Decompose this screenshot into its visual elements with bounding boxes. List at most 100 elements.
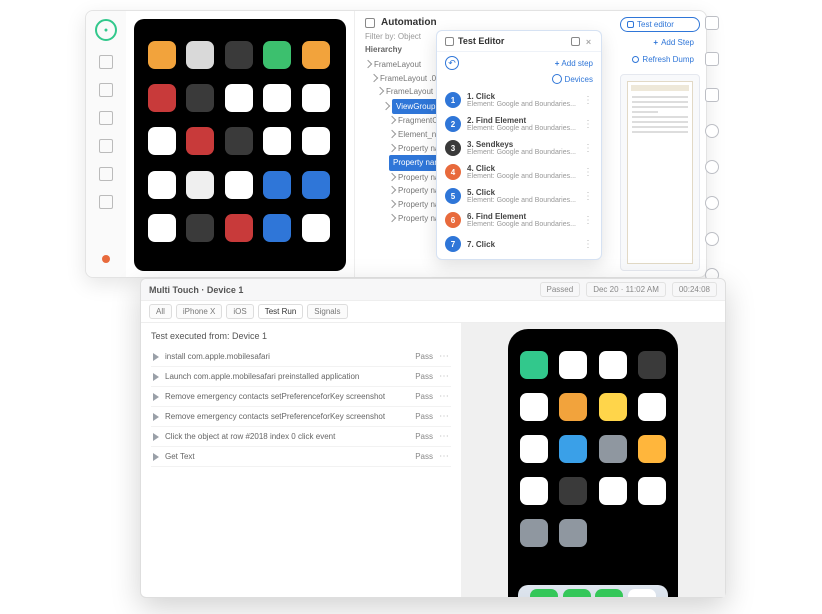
dock-app-icon[interactable] <box>530 589 558 597</box>
tool-icon[interactable] <box>705 160 719 174</box>
app-icon[interactable] <box>302 214 330 242</box>
app-icon[interactable] <box>302 127 330 155</box>
tab-ios[interactable]: iOS <box>226 304 253 319</box>
test-step-row[interactable]: install com.apple.mobilesafariPass⋯ <box>151 347 451 367</box>
dump-thumbnail[interactable] <box>620 74 700 271</box>
app-icon[interactable] <box>148 127 176 155</box>
ios-app-icon[interactable] <box>559 435 587 463</box>
test-step-row[interactable]: Launch com.apple.mobilesafari preinstall… <box>151 367 451 387</box>
step-row[interactable]: 11. ClickElement: Google and Boundaries.… <box>441 88 597 112</box>
app-icon[interactable] <box>302 41 330 69</box>
test-step-row[interactable]: Remove emergency contacts setPreferencef… <box>151 387 451 407</box>
step-row[interactable]: 77. Click⋮ <box>441 232 597 256</box>
close-icon[interactable]: × <box>584 37 593 46</box>
ios-app-icon[interactable] <box>559 477 587 505</box>
brand-logo[interactable]: ● <box>95 19 117 41</box>
tool-icon[interactable] <box>705 52 719 66</box>
devices-link[interactable]: Devices <box>552 74 593 84</box>
app-icon[interactable] <box>302 84 330 112</box>
ios-app-icon[interactable] <box>520 435 548 463</box>
app-icon[interactable] <box>302 171 330 199</box>
ios-app-icon[interactable] <box>520 351 548 379</box>
app-icon[interactable] <box>186 41 214 69</box>
ios-app-icon[interactable] <box>520 477 548 505</box>
rail-icon[interactable] <box>99 195 113 209</box>
test-step-row[interactable]: Click the object at row #2018 index 0 cl… <box>151 427 451 447</box>
rail-icon[interactable] <box>99 167 113 181</box>
ios-app-icon[interactable] <box>599 351 627 379</box>
dock-app-icon[interactable] <box>628 589 656 597</box>
kebab-icon[interactable]: ⋮ <box>583 215 593 226</box>
more-icon[interactable]: ⋯ <box>439 391 449 402</box>
kebab-icon[interactable]: ⋮ <box>583 167 593 178</box>
ios-app-icon[interactable] <box>638 435 666 463</box>
app-icon[interactable] <box>225 41 253 69</box>
app-icon[interactable] <box>225 214 253 242</box>
play-icon[interactable] <box>153 393 159 401</box>
app-icon[interactable] <box>186 171 214 199</box>
play-icon[interactable] <box>153 353 159 361</box>
app-icon[interactable] <box>186 214 214 242</box>
refresh-dump-button[interactable]: Refresh Dump <box>620 53 700 66</box>
tool-icon[interactable] <box>705 88 719 102</box>
rail-icon[interactable] <box>99 55 113 69</box>
tool-icon[interactable] <box>705 232 719 246</box>
kebab-icon[interactable]: ⋮ <box>583 143 593 154</box>
app-icon[interactable] <box>225 171 253 199</box>
app-icon[interactable] <box>148 84 176 112</box>
ios-app-icon[interactable] <box>599 435 627 463</box>
play-icon[interactable] <box>153 433 159 441</box>
ios-app-icon[interactable] <box>638 351 666 379</box>
ios-app-icon[interactable] <box>520 393 548 421</box>
app-icon[interactable] <box>225 127 253 155</box>
test-step-row[interactable]: Get TextPass⋯ <box>151 447 451 467</box>
add-step-link[interactable]: Add step <box>555 59 593 68</box>
tool-icon[interactable] <box>705 124 719 138</box>
ios-app-icon[interactable] <box>599 393 627 421</box>
test-step-row[interactable]: Remove emergency contacts setPreferencef… <box>151 407 451 427</box>
app-icon[interactable] <box>263 84 291 112</box>
ios-app-icon[interactable] <box>559 519 587 547</box>
dock-app-icon[interactable] <box>563 589 591 597</box>
more-icon[interactable]: ⋯ <box>439 431 449 442</box>
app-icon[interactable] <box>148 171 176 199</box>
rail-icon[interactable] <box>99 139 113 153</box>
app-icon[interactable] <box>263 214 291 242</box>
ios-app-icon[interactable] <box>559 351 587 379</box>
ios-app-icon[interactable] <box>638 477 666 505</box>
ios-app-icon[interactable] <box>638 393 666 421</box>
step-row[interactable]: 44. ClickElement: Google and Boundaries.… <box>441 160 597 184</box>
tab-all[interactable]: All <box>149 304 172 319</box>
more-icon[interactable]: ⋯ <box>439 411 449 422</box>
step-row[interactable]: 22. Find ElementElement: Google and Boun… <box>441 112 597 136</box>
more-icon[interactable]: ⋯ <box>439 351 449 362</box>
tool-icon[interactable] <box>705 196 719 210</box>
app-icon[interactable] <box>263 41 291 69</box>
step-row[interactable]: 55. ClickElement: Google and Boundaries.… <box>441 184 597 208</box>
kebab-icon[interactable]: ⋮ <box>583 95 593 106</box>
add-step-button[interactable]: +Add Step <box>620 36 700 49</box>
undo-icon[interactable]: ↶ <box>445 56 459 70</box>
test-editor-button[interactable]: Test editor <box>620 17 700 32</box>
step-row[interactable]: 33. SendkeysElement: Google and Boundari… <box>441 136 597 160</box>
kebab-icon[interactable]: ⋮ <box>583 191 593 202</box>
more-icon[interactable]: ⋯ <box>439 371 449 382</box>
dock-app-icon[interactable] <box>595 589 623 597</box>
step-row[interactable]: 66. Find ElementElement: Google and Boun… <box>441 208 597 232</box>
tab-signals[interactable]: Signals <box>307 304 347 319</box>
tab-iphone-x[interactable]: iPhone X <box>176 304 222 319</box>
app-icon[interactable] <box>263 171 291 199</box>
tool-icon[interactable] <box>705 16 719 30</box>
kebab-icon[interactable]: ⋮ <box>583 119 593 130</box>
ios-app-icon[interactable] <box>599 477 627 505</box>
more-icon[interactable]: ⋯ <box>439 451 449 462</box>
app-icon[interactable] <box>186 127 214 155</box>
rail-icon[interactable] <box>99 83 113 97</box>
app-icon[interactable] <box>186 84 214 112</box>
expand-icon[interactable] <box>571 37 580 46</box>
app-icon[interactable] <box>148 41 176 69</box>
app-icon[interactable] <box>263 127 291 155</box>
record-icon[interactable] <box>102 255 110 263</box>
tab-test-run[interactable]: Test Run <box>258 304 304 319</box>
play-icon[interactable] <box>153 453 159 461</box>
